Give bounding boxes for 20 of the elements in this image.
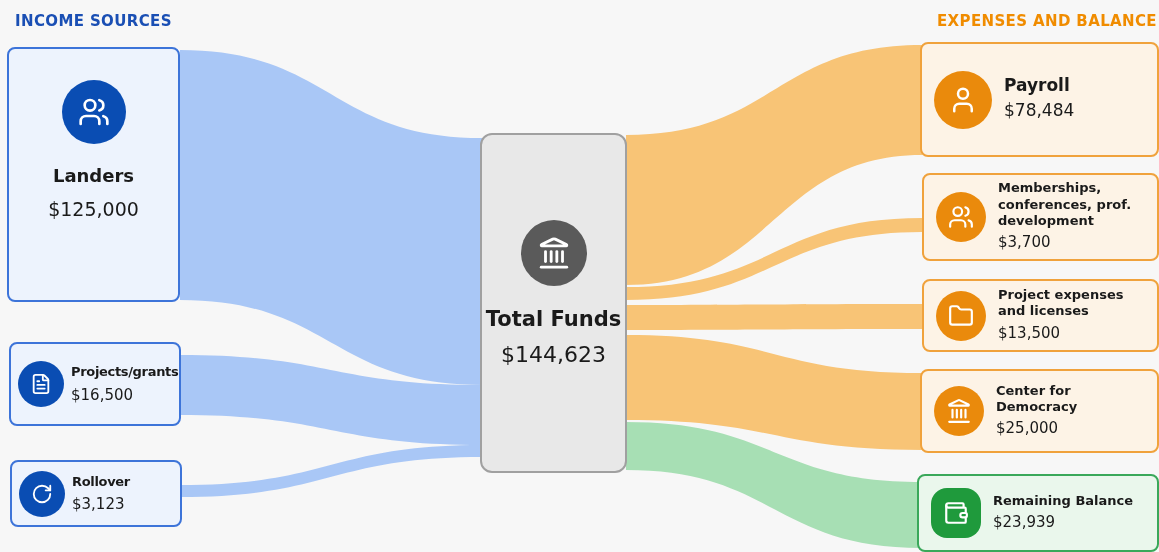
total-amount: $144,623 xyxy=(501,340,606,369)
expense-amount: $23,939 xyxy=(993,511,1057,533)
section-title: EXPENSES AND BALANCE xyxy=(936,11,1157,32)
source-name: Landers xyxy=(52,164,135,188)
source-amount: $125,000 xyxy=(48,197,139,222)
total-name: Total Funds xyxy=(485,306,622,333)
expense-amount: $78,484 xyxy=(1004,99,1075,123)
source-name: Rollover xyxy=(72,472,130,491)
expense-amount: $25,000 xyxy=(996,418,1060,439)
source-amount: $16,500 xyxy=(71,384,135,406)
source-name: Projects/grants xyxy=(71,363,179,381)
expense-amount: $3,700 xyxy=(998,232,1052,254)
expense-amount: $13,500 xyxy=(998,322,1062,344)
expense-name: Center for Democracy xyxy=(996,382,1079,415)
expense-name: Remaining Balance xyxy=(993,492,1134,509)
expense-name: Memberships, conferences, prof. development xyxy=(998,180,1133,230)
source-amount: $3,123 xyxy=(72,494,126,515)
expense-name: Payroll xyxy=(1004,75,1071,97)
section-title: INCOME SOURCES xyxy=(15,11,172,32)
expense-name: Project expenses and licenses xyxy=(998,287,1125,320)
